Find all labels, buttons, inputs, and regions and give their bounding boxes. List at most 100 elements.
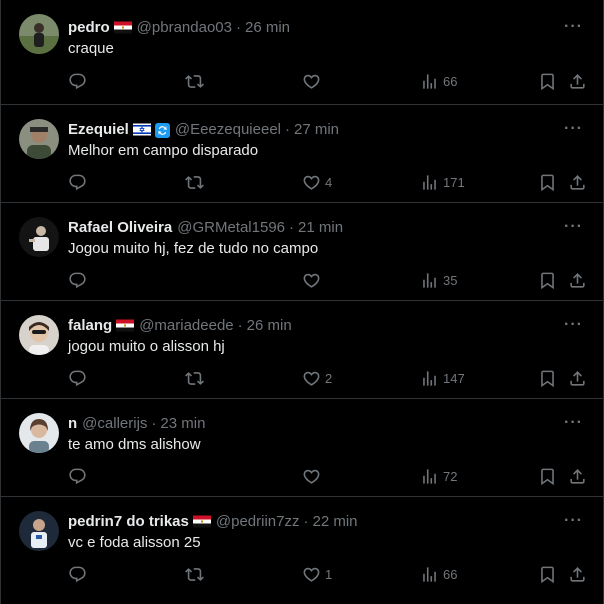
avatar[interactable] (19, 14, 59, 54)
views-count: 147 (443, 370, 465, 386)
views-icon (420, 467, 439, 486)
like-button[interactable] (302, 71, 321, 91)
user-handle[interactable]: @GRMetal1596 (177, 218, 285, 238)
more-options-icon[interactable]: ··· (564, 119, 583, 139)
user-handle[interactable]: @callerijs (82, 414, 147, 434)
reply-icon (68, 173, 87, 192)
timestamp[interactable]: 22 min (312, 512, 357, 532)
share-button[interactable] (568, 368, 587, 388)
share-icon (568, 72, 587, 91)
israel-flag-icon (133, 123, 151, 137)
timestamp[interactable]: 26 min (247, 316, 292, 336)
tweet-header: falang @mariadeede · 26 min (68, 316, 292, 336)
like-button[interactable] (302, 270, 321, 290)
more-options-icon[interactable]: ··· (564, 511, 583, 531)
tweet-header: Ezequiel @Eeezequieeel · 27 min (68, 120, 339, 140)
tweet-text: Jogou muito hj, fez de tudo no campo (68, 240, 319, 257)
share-icon (568, 369, 587, 388)
like-button[interactable]: 2 (302, 368, 332, 388)
views-count: 72 (443, 468, 458, 484)
bookmark-icon (538, 72, 557, 91)
separator-dot: · (235, 19, 241, 36)
display-name[interactable]: n (68, 414, 77, 434)
more-options-icon[interactable]: ··· (564, 413, 583, 433)
reply-button[interactable] (68, 172, 87, 192)
user-handle[interactable]: @pedriin7zz (216, 512, 300, 532)
tweet-actions: 35 (1, 270, 603, 290)
separator-dot: · (237, 317, 243, 334)
tweet-item[interactable]: pedro @pbrandao03 · 26 min ··· craque 66 (1, 0, 603, 105)
display-name[interactable]: pedro (68, 18, 110, 38)
avatar[interactable] (19, 413, 59, 453)
display-name[interactable]: Ezequiel (68, 120, 129, 140)
share-button[interactable] (568, 71, 587, 91)
heart-icon (302, 173, 321, 192)
tweet-header: pedro @pbrandao03 · 26 min (68, 18, 290, 38)
bookmark-button[interactable] (538, 270, 557, 290)
retweet-button[interactable] (185, 564, 204, 584)
timestamp[interactable]: 26 min (245, 18, 290, 38)
more-options-icon[interactable]: ··· (564, 17, 583, 37)
timestamp[interactable]: 23 min (160, 414, 205, 434)
retweet-icon (185, 72, 204, 91)
views-button[interactable]: 66 (420, 564, 457, 584)
user-handle[interactable]: @pbrandao03 (137, 18, 232, 38)
tweet-item[interactable]: Rafael Oliveira @GRMetal1596 · 21 min ··… (1, 203, 603, 301)
views-icon (420, 565, 439, 584)
views-count: 66 (443, 73, 458, 89)
share-button[interactable] (568, 466, 587, 486)
share-icon (568, 271, 587, 290)
tweet-text: jogou muito o alisson hj (68, 338, 225, 355)
reply-button[interactable] (68, 270, 87, 290)
share-icon (568, 467, 587, 486)
like-button[interactable] (302, 466, 321, 486)
retweet-button[interactable] (185, 368, 204, 388)
share-button[interactable] (568, 172, 587, 192)
reply-button[interactable] (68, 71, 87, 91)
reply-button[interactable] (68, 564, 87, 584)
tweet-text: craque (68, 40, 114, 57)
bookmark-button[interactable] (538, 368, 557, 388)
separator-dot: · (151, 415, 157, 432)
views-button[interactable]: 171 (420, 172, 465, 192)
display-name[interactable]: falang (68, 316, 112, 336)
avatar[interactable] (19, 217, 59, 257)
tweet-actions: 1 66 (1, 564, 603, 584)
retweet-icon (185, 565, 204, 584)
tweet-feed: pedro @pbrandao03 · 26 min ··· craque 66… (0, 0, 604, 604)
views-button[interactable]: 66 (420, 71, 457, 91)
user-handle[interactable]: @mariadeede (139, 316, 233, 336)
likes-count: 1 (325, 566, 333, 582)
avatar[interactable] (19, 511, 59, 551)
views-button[interactable]: 147 (420, 368, 465, 388)
timestamp[interactable]: 27 min (294, 120, 339, 140)
avatar[interactable] (19, 119, 59, 159)
timestamp[interactable]: 21 min (298, 218, 343, 238)
like-button[interactable]: 4 (302, 172, 332, 192)
avatar[interactable] (19, 315, 59, 355)
reply-button[interactable] (68, 368, 87, 388)
views-button[interactable]: 72 (420, 466, 457, 486)
user-handle[interactable]: @Eeezequieeel (175, 120, 281, 140)
tweet-item[interactable]: n @callerijs · 23 min ··· te amo dms ali… (1, 399, 603, 497)
tweet-item[interactable]: falang @mariadeede · 26 min ··· jogou mu… (1, 301, 603, 399)
share-button[interactable] (568, 270, 587, 290)
more-options-icon[interactable]: ··· (564, 315, 583, 335)
display-name[interactable]: pedrin7 do trikas (68, 512, 189, 532)
share-button[interactable] (568, 564, 587, 584)
bookmark-button[interactable] (538, 564, 557, 584)
bookmark-button[interactable] (538, 172, 557, 192)
like-button[interactable]: 1 (302, 564, 332, 584)
tweet-item[interactable]: Ezequiel @Eeezequieeel · 27 min ··· Melh… (1, 105, 603, 203)
tweet-text: vc e foda alisson 25 (68, 534, 201, 551)
views-button[interactable]: 35 (420, 270, 457, 290)
bookmark-icon (538, 173, 557, 192)
bookmark-button[interactable] (538, 71, 557, 91)
retweet-button[interactable] (185, 172, 204, 192)
retweet-button[interactable] (185, 71, 204, 91)
bookmark-button[interactable] (538, 466, 557, 486)
display-name[interactable]: Rafael Oliveira (68, 218, 172, 238)
more-options-icon[interactable]: ··· (564, 217, 583, 237)
reply-button[interactable] (68, 466, 87, 486)
tweet-item[interactable]: pedrin7 do trikas @pedriin7zz · 22 min ·… (1, 497, 603, 595)
